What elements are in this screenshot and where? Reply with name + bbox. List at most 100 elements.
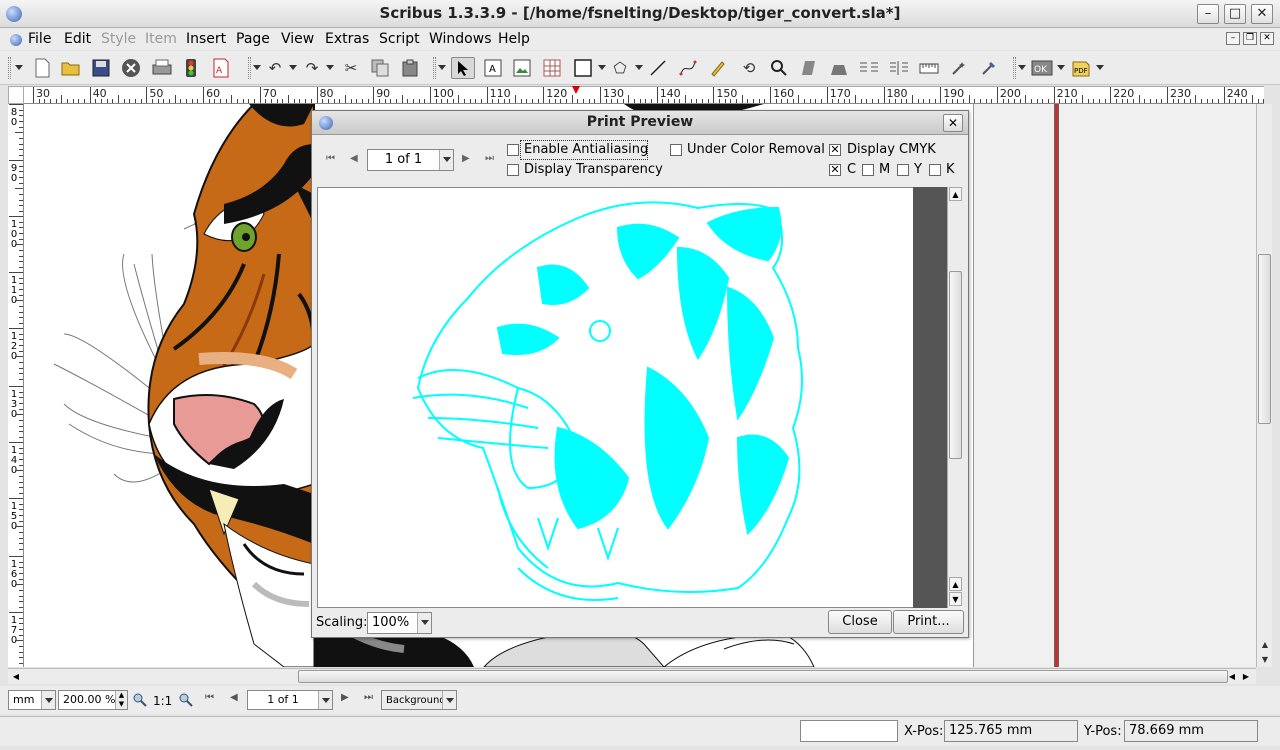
unlink-frames-icon[interactable]: [887, 57, 911, 79]
pdf-annotation-icon[interactable]: PDF: [1069, 57, 1093, 79]
close-window-button[interactable]: ✕: [1251, 4, 1273, 24]
pdf-annotation-dropdown-arrow[interactable]: [1096, 65, 1104, 70]
image-frame-icon[interactable]: [510, 57, 534, 79]
menu-view[interactable]: View: [281, 31, 314, 47]
zoom-in-icon[interactable]: [176, 690, 196, 710]
scroll-right-arrow-a[interactable]: ◀: [1226, 670, 1238, 683]
display-cmyk-checkbox[interactable]: ✕: [829, 144, 841, 156]
scroll-right-arrow[interactable]: ▶: [1240, 670, 1252, 683]
magenta-channel-label[interactable]: M: [879, 162, 890, 177]
pdf-tools-dropdown-arrow[interactable]: [1057, 65, 1065, 70]
page-select[interactable]: 1 of 1: [247, 690, 333, 710]
menu-help[interactable]: Help: [498, 31, 530, 47]
yellow-channel-checkbox[interactable]: [897, 164, 909, 176]
toolbar-handle[interactable]: [433, 57, 436, 79]
toolbar-menu-arrow[interactable]: [15, 65, 23, 70]
vertical-ruler[interactable]: 8 0 9 0 1 0 0 1 1 0 1 2 0 1 3 0 1 4 0 1 5 0 1 6 …: [8, 104, 24, 667]
toolbar-handle[interactable]: [248, 57, 251, 79]
menu-file[interactable]: File: [28, 31, 51, 47]
scroll-down-arrow[interactable]: ▼: [949, 592, 962, 606]
toolbar-menu-arrow[interactable]: [438, 65, 446, 70]
under-color-removal-checkbox[interactable]: [670, 144, 682, 156]
minimize-button[interactable]: –: [1197, 4, 1219, 24]
shape-dropdown-arrow[interactable]: [598, 65, 606, 70]
menu-extras[interactable]: Extras: [325, 31, 369, 47]
polygon-dropdown-arrow[interactable]: [635, 65, 643, 70]
canvas-vertical-scrollbar[interactable]: ▲ ▼: [1256, 104, 1272, 667]
mdi-close-button[interactable]: ✕: [1260, 32, 1274, 45]
unit-select[interactable]: mm: [8, 690, 56, 710]
ruler-corner[interactable]: [8, 86, 24, 104]
menu-insert[interactable]: Insert: [186, 31, 226, 47]
display-transparency-label[interactable]: Display Transparency: [524, 162, 663, 177]
undo-icon[interactable]: ↶: [263, 57, 287, 79]
under-color-removal-label[interactable]: Under Color Removal: [687, 142, 825, 157]
chevron-down-icon[interactable]: [41, 691, 55, 709]
next-page-icon[interactable]: ▶: [341, 692, 349, 703]
preview-page-select[interactable]: 1 of 1: [367, 149, 454, 171]
print-button[interactable]: Print...: [893, 610, 964, 634]
rectangle-shape-icon[interactable]: [571, 57, 595, 79]
freehand-line-icon[interactable]: [706, 57, 730, 79]
menu-script[interactable]: Script: [379, 31, 420, 47]
zoom-field[interactable]: 200.00 % ▲ ▼: [58, 690, 128, 710]
scaling-select[interactable]: 100%: [367, 612, 432, 634]
horizontal-scrollbar-thumb[interactable]: [298, 670, 1228, 683]
bezier-curve-icon[interactable]: [676, 57, 700, 79]
toolbar-handle[interactable]: [1013, 57, 1016, 79]
maximize-button[interactable]: □: [1224, 4, 1246, 24]
enable-antialiasing-checkbox[interactable]: [507, 144, 519, 156]
chevron-down-icon[interactable]: [439, 150, 453, 170]
previous-page-icon[interactable]: ◀: [350, 153, 358, 164]
next-page-icon[interactable]: ▶: [462, 153, 470, 164]
save-icon[interactable]: [89, 57, 113, 79]
close-document-icon[interactable]: [119, 57, 143, 79]
chevron-down-icon[interactable]: [318, 691, 332, 709]
preflight-verifier-icon[interactable]: [179, 57, 203, 79]
scroll-up-arrow[interactable]: ▲: [1259, 638, 1271, 651]
vertical-scrollbar-thumb[interactable]: [1258, 254, 1271, 424]
horizontal-ruler[interactable]: 30 40 50 60 70 80 90 100 110 120 130 140 150 160 170 18…: [8, 86, 1264, 104]
menu-page[interactable]: Page: [236, 31, 270, 47]
print-icon[interactable]: [150, 57, 174, 79]
line-icon[interactable]: [646, 57, 670, 79]
copy-properties-icon[interactable]: [947, 57, 971, 79]
scroll-left-arrow[interactable]: ◀: [10, 670, 22, 683]
mdi-restore-button[interactable]: ❐: [1243, 32, 1257, 45]
magenta-channel-checkbox[interactable]: [862, 164, 874, 176]
dialog-title-bar[interactable]: Print Preview ✕: [312, 111, 968, 135]
chevron-down-icon[interactable]: [442, 691, 456, 709]
toolbar-handle[interactable]: [8, 57, 11, 79]
undo-dropdown-arrow[interactable]: [289, 65, 297, 70]
enable-antialiasing-label[interactable]: Enable Antialiasing: [524, 142, 648, 157]
scroll-down-arrow[interactable]: ▼: [1259, 653, 1271, 666]
redo-icon[interactable]: ↷: [300, 57, 324, 79]
yellow-channel-label[interactable]: Y: [914, 162, 922, 177]
last-page-icon[interactable]: ⏭: [485, 153, 494, 164]
close-button[interactable]: Close: [828, 610, 892, 634]
previous-page-icon[interactable]: ◀: [230, 692, 238, 703]
first-page-icon[interactable]: ⏮: [326, 153, 335, 164]
last-page-icon[interactable]: ⏭: [364, 692, 373, 703]
scroll-up-arrow[interactable]: ▲: [949, 187, 962, 201]
text-frame-icon[interactable]: A: [481, 57, 505, 79]
zoom-ratio-button[interactable]: 1:1: [153, 694, 172, 708]
preview-scrollbar-thumb[interactable]: [949, 271, 962, 459]
pdf-pushbutton-icon[interactable]: OK: [1030, 57, 1054, 79]
rotate-item-icon[interactable]: ⟲: [737, 57, 761, 79]
new-document-icon[interactable]: [30, 57, 54, 79]
menu-style[interactable]: Style: [101, 31, 136, 47]
select-pointer-icon[interactable]: [451, 57, 475, 79]
display-transparency-checkbox[interactable]: [507, 164, 519, 176]
toolbar-menu-arrow[interactable]: [253, 65, 261, 70]
link-frames-icon[interactable]: [857, 57, 881, 79]
cyan-channel-checkbox[interactable]: ✕: [829, 164, 841, 176]
cyan-channel-label[interactable]: C: [847, 162, 856, 177]
eye-dropper-icon[interactable]: [977, 57, 1001, 79]
black-channel-checkbox[interactable]: [929, 164, 941, 176]
measurements-icon[interactable]: [917, 57, 941, 79]
dialog-close-x-button[interactable]: ✕: [943, 114, 963, 132]
menu-windows[interactable]: Windows: [429, 31, 492, 47]
edit-contents-icon[interactable]: [797, 57, 821, 79]
document-icon[interactable]: [10, 34, 22, 46]
